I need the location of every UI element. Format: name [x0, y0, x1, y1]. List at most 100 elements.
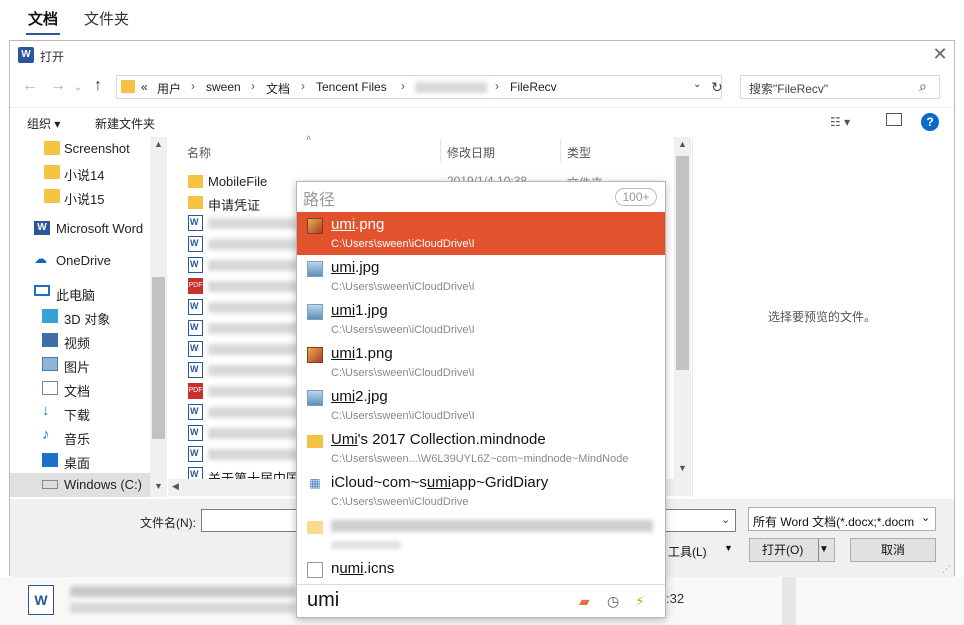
preview-pane-icon[interactable]	[886, 113, 902, 126]
nav-item-pictures[interactable]: 图片	[10, 353, 150, 377]
nav-item-label: Screenshot	[64, 141, 130, 156]
word-icon: W	[18, 47, 34, 63]
chevron-right-icon[interactable]: ›	[495, 79, 499, 93]
chevron-right-icon[interactable]: ›	[251, 79, 255, 93]
quick-search-popup: 路径 100+ umi.png C:\Users\sween\iCloudDri…	[296, 181, 666, 618]
nav-item-label: 3D 对象	[64, 309, 110, 328]
back-arrow-icon[interactable]: ←	[22, 77, 38, 95]
result-item[interactable]	[297, 513, 665, 556]
nav-item-documents[interactable]: 文档	[10, 377, 150, 401]
picture-icon	[42, 357, 58, 371]
nav-scroll-thumb[interactable]	[152, 277, 165, 439]
nav-item-label: 桌面	[64, 453, 90, 472]
nav-item-3d-objects[interactable]: 3D 对象	[10, 305, 150, 329]
breadcrumb-current[interactable]: FileRecv	[510, 80, 557, 94]
result-item[interactable]: umi.jpg C:\Users\sween\iCloudDrive\I	[297, 255, 665, 298]
chevron-down-icon[interactable]: ⌄	[921, 511, 930, 524]
refresh-icon[interactable]: ↻	[707, 77, 727, 97]
breadcrumb-item[interactable]: 用户	[157, 80, 181, 97]
nav-item-novel15[interactable]: 小说15	[10, 185, 150, 209]
open-button[interactable]: 打开(O) ▼	[749, 538, 835, 562]
column-divider[interactable]	[560, 139, 561, 163]
jpg-image-icon	[307, 304, 323, 320]
nav-item-onedrive[interactable]: ☁OneDrive	[10, 249, 150, 273]
search-box[interactable]: 搜索"FileRecv" ⌕	[740, 75, 940, 99]
clock-icon[interactable]: ◷	[607, 593, 619, 610]
navigation-pane: Screenshot 小说14 小说15 WMicrosoft Word ☁On…	[10, 137, 168, 497]
search-query-input[interactable]: umi	[307, 589, 339, 612]
result-item[interactable]: umi1.png C:\Users\sween\iCloudDrive\I	[297, 341, 665, 384]
redacted-filename	[208, 428, 298, 439]
breadcrumb-overflow[interactable]: «	[141, 80, 148, 94]
nav-item-this-pc[interactable]: 此电脑	[10, 281, 150, 305]
result-item[interactable]: ▦ iCloud~com~sumiapp~GridDiary C:\Users\…	[297, 470, 665, 513]
chevron-down-icon[interactable]: ⌄	[721, 513, 730, 526]
nav-scrollbar[interactable]: ▲ ▼	[150, 137, 167, 497]
nav-item-videos[interactable]: 视频	[10, 329, 150, 353]
breadcrumb-item[interactable]: Tencent Files	[316, 80, 387, 94]
png-image-icon	[307, 218, 323, 234]
chevron-right-icon[interactable]: ›	[191, 79, 195, 93]
chevron-right-icon[interactable]: ›	[401, 79, 405, 93]
up-arrow-icon[interactable]: ↑	[94, 77, 102, 95]
file-icon	[307, 562, 323, 578]
resize-grip-icon[interactable]: ⋰	[942, 564, 951, 575]
recent-dropdown-icon[interactable]: ⌄	[74, 82, 82, 93]
view-options-icon[interactable]: ☷ ▾	[830, 115, 850, 129]
breadcrumb-item[interactable]: sween	[206, 80, 241, 94]
nav-item-downloads[interactable]: ↓下载	[10, 401, 150, 425]
word-doc-icon	[188, 425, 203, 441]
cancel-button[interactable]: 取消	[850, 538, 936, 562]
result-path: C:\Users\sween\iCloudDrive\I	[331, 410, 475, 422]
dialog-titlebar: W 打开 ✕	[10, 41, 954, 69]
column-header-modified[interactable]: 修改日期	[447, 144, 495, 161]
file-name: MobileFile	[208, 174, 267, 189]
folder-icon	[44, 189, 60, 203]
forward-arrow-icon[interactable]: →	[50, 77, 66, 95]
nav-item-microsoft-word[interactable]: WMicrosoft Word	[10, 217, 150, 241]
chevron-down-icon[interactable]: ▼	[818, 539, 834, 561]
column-header-name[interactable]: 名称	[187, 144, 211, 161]
result-match: umi	[339, 560, 363, 577]
nav-item-windows-c[interactable]: Windows (C:)	[10, 473, 150, 497]
help-icon[interactable]: ?	[921, 113, 939, 131]
nav-item-screenshot[interactable]: Screenshot	[10, 137, 150, 161]
folder-icon	[44, 165, 60, 179]
result-item[interactable]: Umi's 2017 Collection.mindnode C:\Users\…	[297, 427, 665, 470]
search-input[interactable]: 搜索"FileRecv"	[749, 80, 828, 97]
folder-search-icon[interactable]: ▰	[579, 593, 590, 610]
chevron-down-icon[interactable]: ⌄	[693, 79, 701, 90]
result-match: umi	[331, 216, 355, 233]
tools-button[interactable]: 工具(L)	[668, 543, 707, 560]
redacted-filename	[208, 407, 298, 418]
popup-query-box[interactable]: umi ▰ ◷ ⚡	[297, 584, 665, 617]
new-folder-button[interactable]: 新建文件夹	[95, 115, 155, 132]
close-icon[interactable]: ✕	[928, 43, 952, 67]
result-item[interactable]: numi.icns	[297, 556, 665, 584]
popup-header: 路径 100+	[297, 182, 665, 212]
jpg-image-icon	[307, 261, 323, 277]
file-type-select[interactable]: 所有 Word 文档(*.docx;*.docm ⌄	[748, 507, 936, 531]
address-bar[interactable]: « 用户 › sween › 文档 › Tencent Files › › Fi…	[116, 75, 722, 99]
result-item[interactable]: umi1.jpg C:\Users\sween\iCloudDrive\I	[297, 298, 665, 341]
result-item[interactable]: umi.png C:\Users\sween\iCloudDrive\I	[297, 212, 665, 255]
result-suffix: .jpg	[355, 259, 379, 276]
chevron-down-icon[interactable]: ▼	[724, 543, 733, 553]
word-doc-icon	[188, 236, 203, 252]
lightning-icon[interactable]: ⚡	[635, 593, 645, 610]
nav-item-music[interactable]: ♪音乐	[10, 425, 150, 449]
column-divider[interactable]	[440, 139, 441, 163]
nav-item-novel14[interactable]: 小说14	[10, 161, 150, 185]
result-item[interactable]: umi2.jpg C:\Users\sween\iCloudDrive\I	[297, 384, 665, 427]
tab-folders[interactable]: 文件夹	[84, 8, 129, 29]
chevron-right-icon[interactable]: ›	[301, 79, 305, 93]
result-suffix: .icns	[364, 560, 395, 577]
column-header-type[interactable]: 类型	[567, 144, 591, 161]
file-list-scroll-thumb[interactable]	[676, 156, 689, 370]
word-doc-icon	[188, 299, 203, 315]
tab-documents[interactable]: 文档	[28, 8, 58, 29]
nav-item-desktop[interactable]: 桌面	[10, 449, 150, 473]
breadcrumb-item[interactable]: 文档	[266, 80, 290, 97]
search-icon[interactable]: ⌕	[919, 78, 927, 95]
organize-button[interactable]: 组织 ▾	[27, 115, 60, 132]
